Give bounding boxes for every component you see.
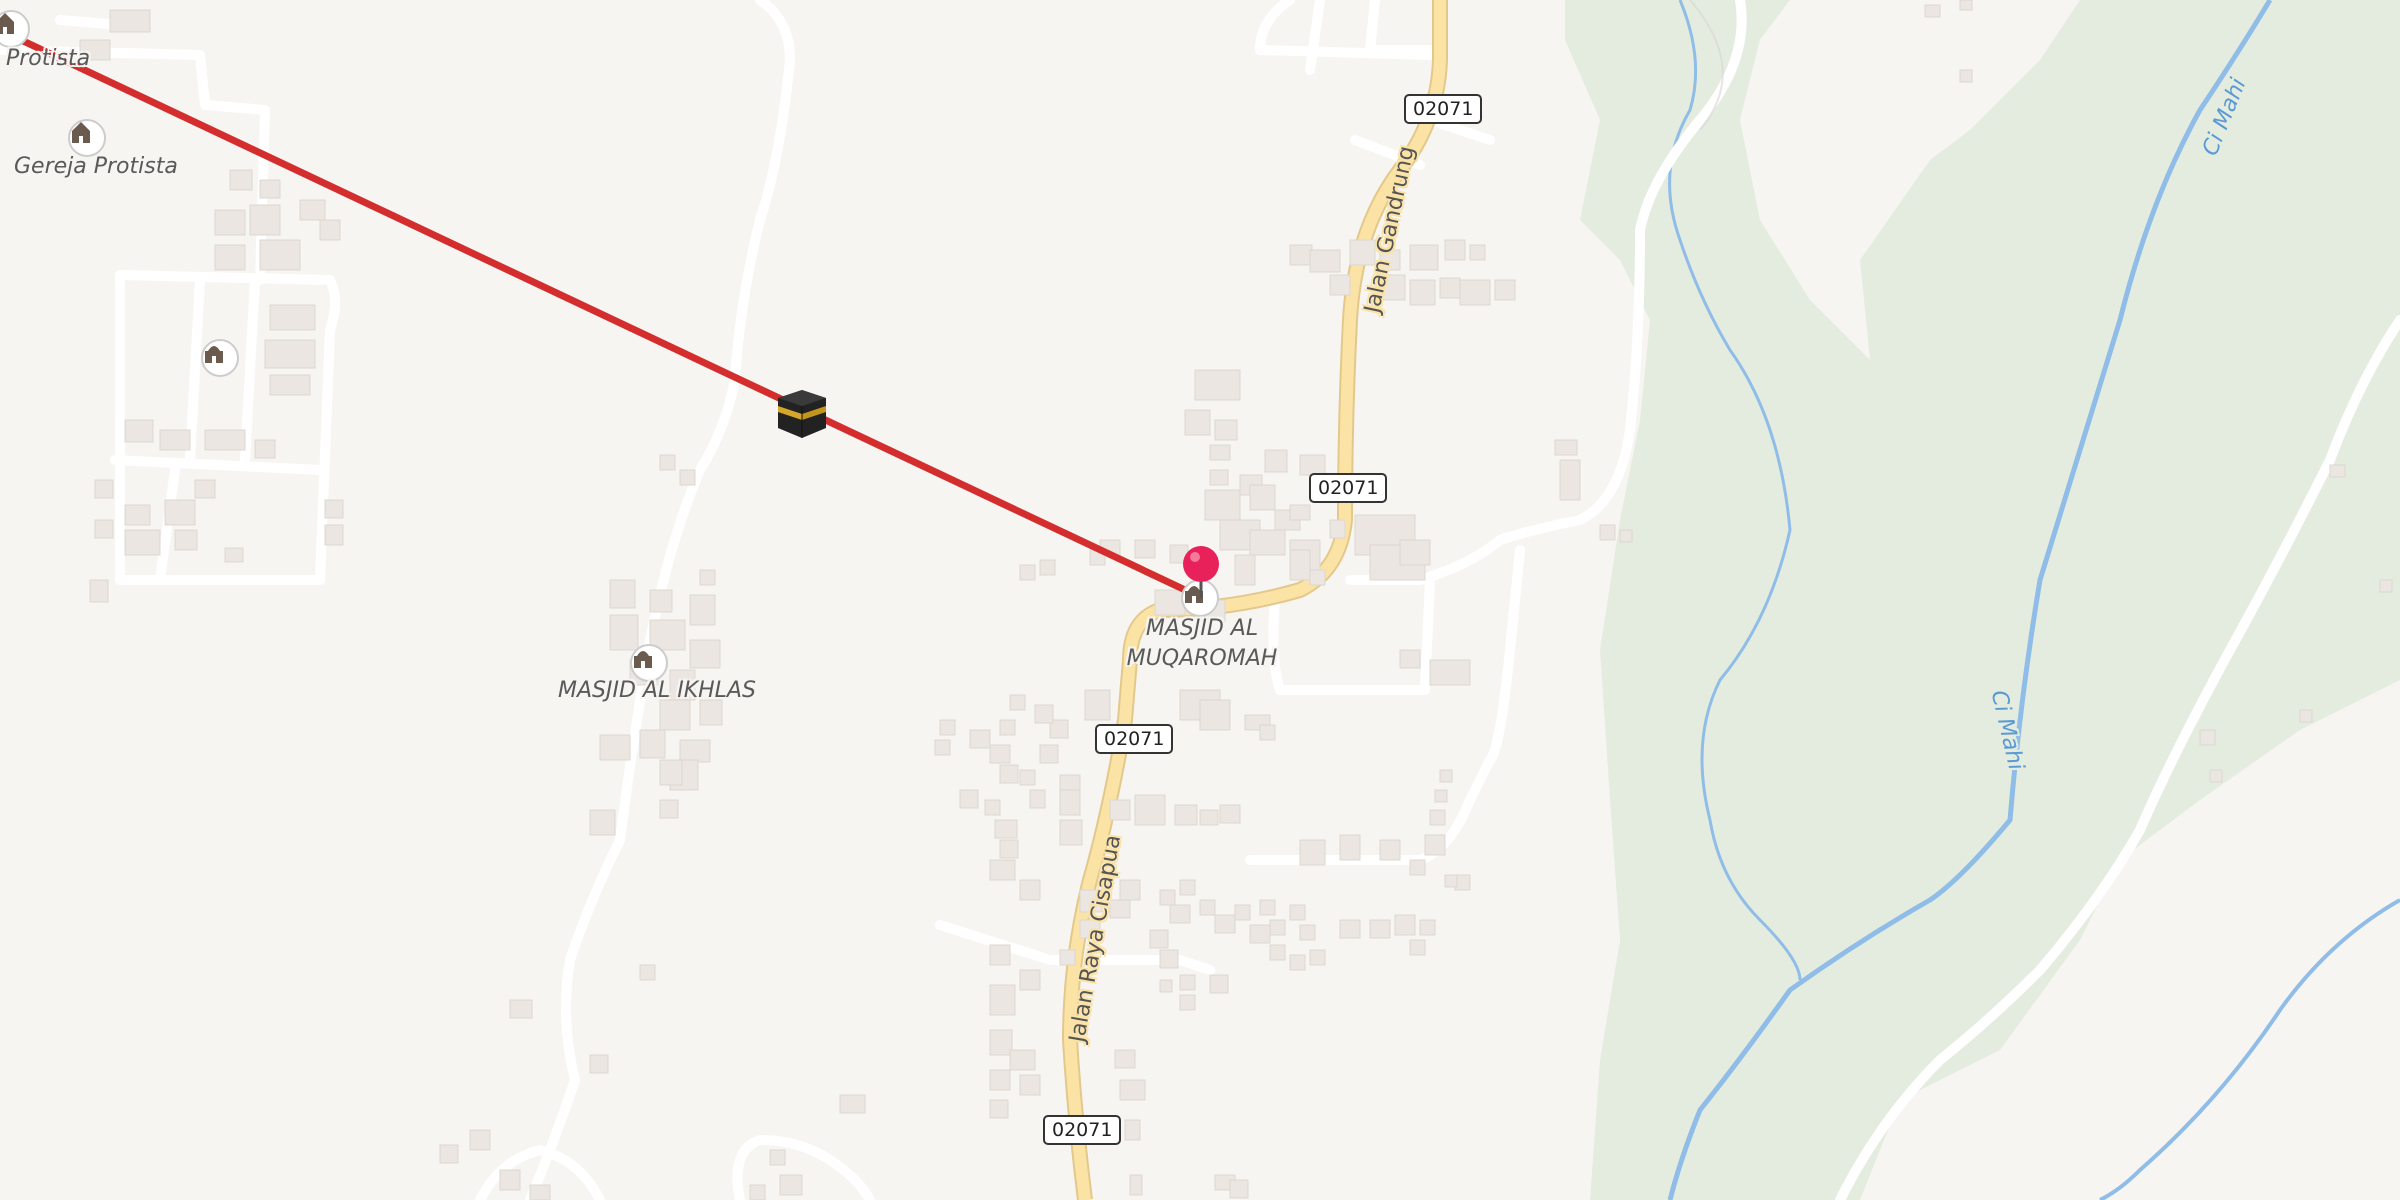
mosque-icon-al-ikhlas[interactable] bbox=[630, 644, 668, 682]
kaaba-icon[interactable] bbox=[774, 386, 830, 442]
mosque-icon[interactable] bbox=[201, 339, 239, 377]
river-east bbox=[2099, 898, 2400, 1200]
location-pin-icon[interactable] bbox=[1181, 540, 1221, 600]
road-shield: 02071 bbox=[1404, 94, 1483, 124]
road-shield: 02071 bbox=[1309, 473, 1388, 503]
map-canvas[interactable]: 02071 02071 02071 02071 Jalan Gandrung J… bbox=[0, 0, 2400, 1200]
place-label-line: MASJID AL bbox=[1145, 616, 1259, 641]
road-shield: 02071 bbox=[1095, 724, 1174, 754]
place-label-line: MUQAROMAH bbox=[1126, 646, 1278, 671]
place-label-protista: Protista bbox=[6, 46, 91, 71]
place-label-masjid-al-ikhlas: MASJID AL IKHLAS bbox=[558, 678, 756, 703]
road-shield: 02071 bbox=[1043, 1115, 1122, 1145]
place-label-gereja-protista: Gereja Protista bbox=[14, 154, 178, 179]
place-label-masjid-al-muqaromah: MASJID AL MUQAROMAH bbox=[1124, 614, 1280, 674]
church-icon-gereja[interactable] bbox=[68, 119, 106, 157]
